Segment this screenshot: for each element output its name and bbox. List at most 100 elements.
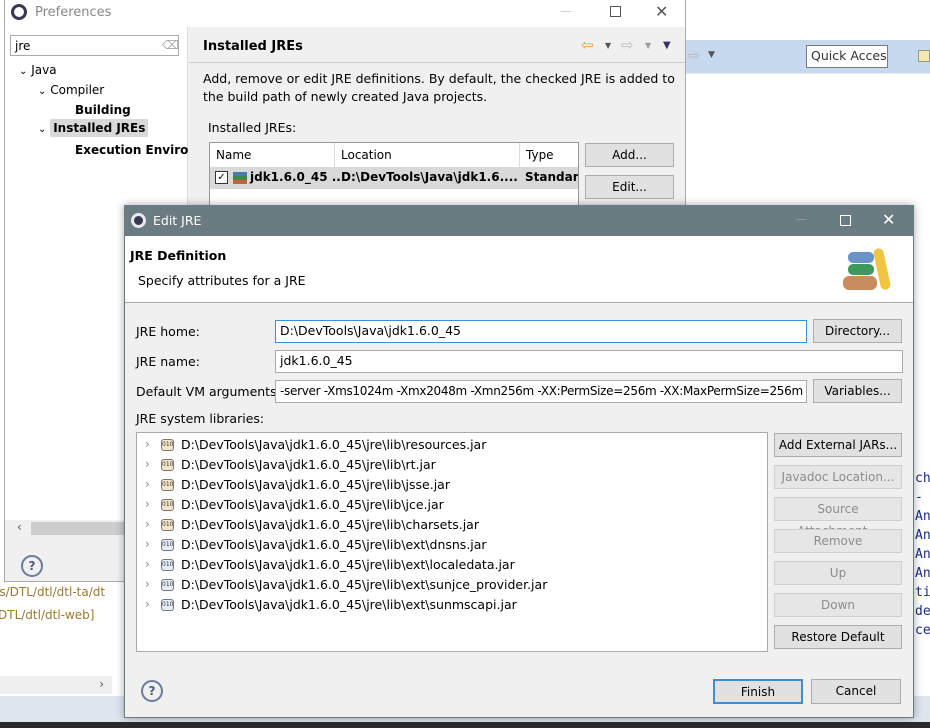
perspective-icon[interactable]: [918, 50, 930, 62]
jre-checkbox[interactable]: ✓: [215, 171, 228, 184]
vm-args-label: Default VM arguments:: [136, 384, 281, 399]
column-header-type[interactable]: Type: [520, 143, 580, 167]
directory-button[interactable]: Directory...: [813, 319, 902, 343]
wizard-title: JRE Definition: [130, 248, 227, 263]
libraries-tree[interactable]: › 010 D:\DevTools\Java\jdk1.6.0_45\jre\l…: [136, 432, 768, 652]
restore-default-button[interactable]: Restore Default: [774, 625, 902, 649]
minimize-button[interactable]: —: [560, 4, 572, 18]
chevron-down-icon: ⌄: [19, 66, 28, 77]
expand-chevron-icon[interactable]: ›: [145, 537, 150, 551]
library-row[interactable]: › 010 D:\DevTools\Java\jdk1.6.0_45\jre\l…: [137, 535, 767, 555]
finish-button[interactable]: Finish: [713, 679, 803, 704]
expand-chevron-icon[interactable]: ›: [145, 517, 150, 531]
library-path: D:\DevTools\Java\jdk1.6.0_45\jre\lib\res…: [181, 437, 487, 452]
quick-access-input[interactable]: Quick Access: [806, 45, 888, 68]
view-menu-icon[interactable]: ▼: [663, 40, 671, 51]
eclipse-icon: [131, 213, 146, 228]
header-separator: [189, 62, 685, 63]
console-line: An: [915, 509, 930, 524]
scroll-right-icon[interactable]: ›: [99, 677, 104, 691]
binary-jar-icon: 010: [161, 579, 174, 591]
column-header-location[interactable]: Location: [335, 143, 520, 167]
filter-input[interactable]: jre: [10, 35, 179, 56]
forward-dropdown-icon[interactable]: ▼: [645, 41, 651, 50]
edit-jre-help-button[interactable]: ?: [141, 680, 163, 702]
background-path-1: es/DTL/dtl/dtl-ta/dt: [0, 585, 106, 599]
library-row[interactable]: › 010 D:\DevTools\Java\jdk1.6.0_45\jre\l…: [137, 495, 767, 515]
forward-arrow-icon[interactable]: ⇨: [621, 36, 634, 54]
library-path: D:\DevTools\Java\jdk1.6.0_45\jre\lib\rt.…: [181, 457, 436, 472]
remove-button[interactable]: Remove: [774, 529, 902, 553]
library-row[interactable]: › 010 D:\DevTools\Java\jdk1.6.0_45\jre\l…: [137, 575, 767, 595]
background-scrollbar[interactable]: ›: [0, 676, 112, 694]
expand-chevron-icon[interactable]: ›: [145, 577, 150, 591]
wizard-header: JRE Definition Specify attributes for a …: [125, 236, 913, 303]
maximize-button[interactable]: [840, 215, 851, 226]
expand-chevron-icon[interactable]: ›: [145, 497, 150, 511]
close-button[interactable]: ✕: [882, 210, 895, 229]
library-path: D:\DevTools\Java\jdk1.6.0_45\jre\lib\ext…: [181, 597, 517, 612]
up-button[interactable]: Up: [774, 561, 902, 585]
edit-jre-button[interactable]: Edit...: [585, 175, 674, 199]
jre-home-label: JRE home:: [136, 324, 200, 339]
console-line: ti: [915, 585, 930, 600]
jar-source-icon: 010: [161, 519, 174, 531]
column-header-name[interactable]: Name: [210, 143, 335, 167]
jar-source-icon: 010: [161, 499, 174, 511]
chevron-down-icon: ⌄: [38, 124, 47, 135]
console-line: -: [915, 490, 923, 505]
preferences-help-button[interactable]: ?: [21, 555, 43, 577]
javadoc-location-button[interactable]: Javadoc Location...: [774, 465, 902, 489]
library-row[interactable]: › 010 D:\DevTools\Java\jdk1.6.0_45\jre\l…: [137, 455, 767, 475]
add-external-jars-button[interactable]: Add External JARs...: [774, 433, 902, 457]
expand-chevron-icon[interactable]: ›: [145, 477, 150, 491]
add-jre-button[interactable]: Add...: [585, 143, 674, 167]
expand-chevron-icon[interactable]: ›: [145, 557, 150, 571]
library-row[interactable]: › 010 D:\DevTools\Java\jdk1.6.0_45\jre\l…: [137, 435, 767, 455]
scroll-left-icon[interactable]: ‹: [17, 520, 22, 534]
tree-item-building[interactable]: Building: [75, 103, 131, 117]
clear-filter-icon[interactable]: ⌫: [162, 38, 179, 52]
tree-item-execution-environments[interactable]: Execution Enviro: [75, 143, 188, 157]
variables-button[interactable]: Variables...: [813, 379, 902, 403]
cancel-button[interactable]: Cancel: [811, 679, 901, 704]
page-title: Installed JREs: [203, 39, 303, 54]
vm-args-input[interactable]: -server -Xms1024m -Xmx2048m -Xmn256m -XX…: [275, 380, 807, 403]
expand-chevron-icon[interactable]: ›: [145, 597, 150, 611]
jre-name-input[interactable]: jdk1.6.0_45: [275, 350, 903, 373]
back-dropdown-icon[interactable]: ▼: [605, 41, 611, 50]
minimize-button[interactable]: —: [795, 212, 807, 226]
source-attachment-button[interactable]: Source Attachment...: [774, 497, 902, 538]
jre-home-input[interactable]: D:\DevTools\Java\jdk1.6.0_45: [275, 320, 807, 343]
close-button[interactable]: ✕: [655, 2, 668, 21]
jre-name-cell: jdk1.6.0_45 ...: [250, 170, 346, 184]
console-line: An: [915, 528, 930, 543]
binary-jar-icon: 010: [161, 599, 174, 611]
tree-item-compiler[interactable]: ⌄ Compiler: [38, 83, 104, 97]
library-row[interactable]: › 010 D:\DevTools\Java\jdk1.6.0_45\jre\l…: [137, 595, 767, 615]
edit-jre-titlebar: Edit JRE — ✕: [125, 206, 913, 236]
jre-name-label: JRE name:: [136, 354, 200, 369]
background-path-2: DTL/dtl/dtl-web]: [0, 608, 95, 622]
console-line: ch: [915, 471, 930, 486]
library-row[interactable]: › 010 D:\DevTools\Java\jdk1.6.0_45\jre\l…: [137, 515, 767, 535]
library-row[interactable]: › 010 D:\DevTools\Java\jdk1.6.0_45\jre\l…: [137, 475, 767, 495]
jre-type-cell: Standard: [525, 170, 578, 184]
dropdown-icon[interactable]: ▼: [708, 50, 715, 60]
page-description: Add, remove or edit JRE definitions. By …: [203, 71, 675, 104]
tree-item-installed-jres[interactable]: ⌄ Installed JREs: [38, 119, 149, 137]
back-arrow-icon[interactable]: ⇦: [581, 36, 594, 54]
forward-arrow-icon[interactable]: ⇨: [688, 48, 700, 64]
installed-jres-label: Installed JREs:: [208, 120, 297, 135]
edit-jre-dialog: Edit JRE — ✕ JRE Definition Specify attr…: [124, 205, 914, 718]
table-row[interactable]: ✓ jdk1.6.0_45 ... D:\DevTools\Java\jdk1.…: [210, 167, 578, 189]
tree-item-java[interactable]: ⌄ Java: [19, 63, 57, 77]
library-path: D:\DevTools\Java\jdk1.6.0_45\jre\lib\ext…: [181, 537, 487, 552]
expand-chevron-icon[interactable]: ›: [145, 437, 150, 451]
taskbar: [0, 722, 930, 728]
maximize-button[interactable]: [610, 6, 621, 17]
expand-chevron-icon[interactable]: ›: [145, 457, 150, 471]
down-button[interactable]: Down: [774, 593, 902, 617]
library-row[interactable]: › 010 D:\DevTools\Java\jdk1.6.0_45\jre\l…: [137, 555, 767, 575]
console-line: ce: [915, 623, 930, 638]
